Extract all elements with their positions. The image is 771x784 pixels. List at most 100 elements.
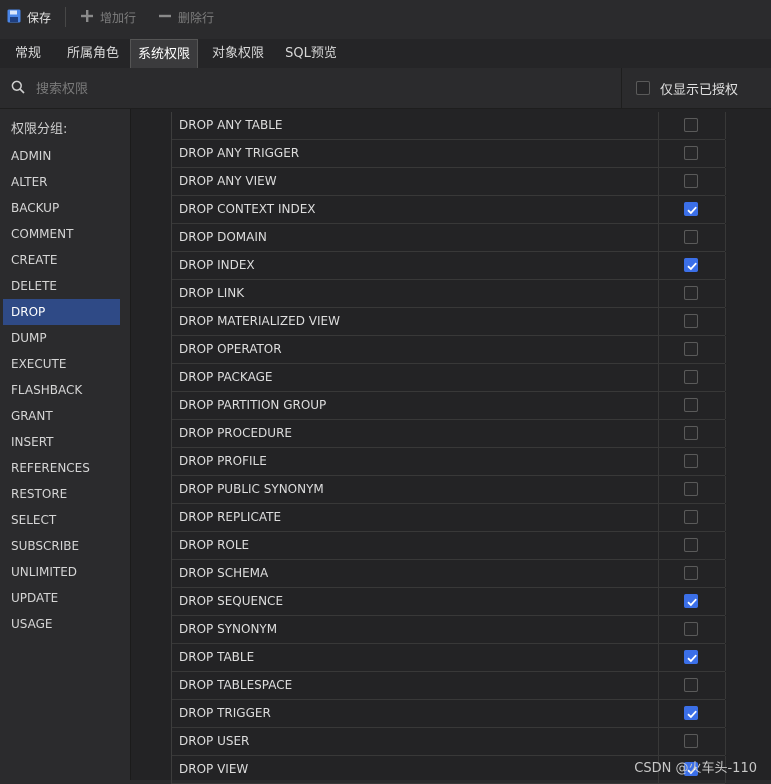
grant-checkbox[interactable] bbox=[684, 258, 698, 272]
table-row: DROP ANY TABLE bbox=[172, 112, 726, 140]
toolbar-divider bbox=[65, 7, 66, 27]
show-granted-only-checkbox[interactable] bbox=[636, 81, 650, 95]
grant-cell bbox=[658, 196, 726, 223]
table-row: DROP USER bbox=[172, 728, 726, 756]
grant-checkbox[interactable] bbox=[684, 286, 698, 300]
tab-general[interactable]: 常规 bbox=[0, 39, 56, 68]
grant-checkbox[interactable] bbox=[684, 650, 698, 664]
grant-checkbox[interactable] bbox=[684, 314, 698, 328]
table-row: DROP SYNONYM bbox=[172, 616, 726, 644]
privilege-name: DROP REPLICATE bbox=[179, 510, 282, 524]
privilege-name: DROP CONTEXT INDEX bbox=[179, 202, 316, 216]
table-row: DROP TABLESPACE bbox=[172, 672, 726, 700]
tab-sql-preview[interactable]: SQL预览 bbox=[276, 39, 346, 68]
grant-cell bbox=[658, 308, 726, 335]
grant-checkbox[interactable] bbox=[684, 678, 698, 692]
privilege-name: DROP ANY VIEW bbox=[179, 174, 277, 188]
grant-checkbox[interactable] bbox=[684, 174, 698, 188]
group-item-drop[interactable]: DROP bbox=[3, 299, 120, 325]
privilege-name: DROP DOMAIN bbox=[179, 230, 267, 244]
search-input[interactable] bbox=[34, 77, 608, 101]
group-item-references[interactable]: REFERENCES bbox=[3, 455, 120, 481]
table-row: DROP PACKAGE bbox=[172, 364, 726, 392]
grant-cell bbox=[658, 672, 726, 699]
grant-checkbox[interactable] bbox=[684, 510, 698, 524]
grant-checkbox[interactable] bbox=[684, 398, 698, 412]
grant-checkbox[interactable] bbox=[684, 118, 698, 132]
save-button[interactable]: 保存 bbox=[7, 0, 51, 34]
group-item-admin[interactable]: ADMIN bbox=[3, 143, 120, 169]
grant-cell bbox=[658, 728, 726, 755]
group-item-comment[interactable]: COMMENT bbox=[3, 221, 120, 247]
privilege-name: DROP TRIGGER bbox=[179, 706, 271, 720]
tab-roles[interactable]: 所属角色 bbox=[56, 39, 130, 68]
privilege-name: DROP ROLE bbox=[179, 538, 250, 552]
group-item-update[interactable]: UPDATE bbox=[3, 585, 120, 611]
watermark: CSDN @火车头-110 bbox=[634, 761, 757, 776]
table-row: DROP ANY VIEW bbox=[172, 168, 726, 196]
group-item-insert[interactable]: INSERT bbox=[3, 429, 120, 455]
table-row: DROP PROFILE bbox=[172, 448, 726, 476]
group-item-backup[interactable]: BACKUP bbox=[3, 195, 120, 221]
grant-checkbox[interactable] bbox=[684, 594, 698, 608]
table-row: DROP SEQUENCE bbox=[172, 588, 726, 616]
table-row: DROP INDEX bbox=[172, 252, 726, 280]
tab-object-privileges[interactable]: 对象权限 bbox=[200, 39, 276, 68]
table-row: DROP OPERATOR bbox=[172, 336, 726, 364]
grant-checkbox[interactable] bbox=[684, 454, 698, 468]
privilege-name: DROP PROFILE bbox=[179, 454, 267, 468]
grant-checkbox[interactable] bbox=[684, 538, 698, 552]
privilege-name: DROP TABLE bbox=[179, 650, 255, 664]
group-item-create[interactable]: CREATE bbox=[3, 247, 120, 273]
save-label: 保存 bbox=[27, 10, 52, 25]
grant-cell bbox=[658, 504, 726, 531]
privilege-name: DROP PUBLIC SYNONYM bbox=[179, 482, 324, 496]
add-row-button[interactable]: 增加行 bbox=[80, 0, 136, 34]
show-granted-only-toggle[interactable]: 仅显示已授权 bbox=[621, 68, 771, 108]
group-item-subscribe[interactable]: SUBSCRIBE bbox=[3, 533, 120, 559]
show-granted-only-label: 仅显示已授权 bbox=[660, 83, 739, 98]
privilege-name: DROP ANY TRIGGER bbox=[179, 146, 300, 160]
delete-row-button[interactable]: 删除行 bbox=[158, 0, 214, 34]
table-row: DROP PUBLIC SYNONYM bbox=[172, 476, 726, 504]
grant-checkbox[interactable] bbox=[684, 202, 698, 216]
group-item-alter[interactable]: ALTER bbox=[3, 169, 120, 195]
group-item-flashback[interactable]: FLASHBACK bbox=[3, 377, 120, 403]
grant-cell bbox=[658, 420, 726, 447]
privilege-name: DROP PROCEDURE bbox=[179, 426, 292, 440]
grant-checkbox[interactable] bbox=[684, 342, 698, 356]
group-title: 权限分组: bbox=[11, 122, 68, 137]
group-item-grant[interactable]: GRANT bbox=[3, 403, 120, 429]
table-row: DROP SCHEMA bbox=[172, 560, 726, 588]
grant-checkbox[interactable] bbox=[684, 482, 698, 496]
search-icon bbox=[11, 80, 25, 98]
privilege-name: DROP PARTITION GROUP bbox=[179, 398, 327, 412]
grant-cell bbox=[658, 364, 726, 391]
group-item-unlimited[interactable]: UNLIMITED bbox=[3, 559, 120, 585]
group-item-restore[interactable]: RESTORE bbox=[3, 481, 120, 507]
tab-system-privileges[interactable]: 系统权限 bbox=[130, 39, 198, 68]
table-row: DROP ANY TRIGGER bbox=[172, 140, 726, 168]
group-item-select[interactable]: SELECT bbox=[3, 507, 120, 533]
grant-checkbox[interactable] bbox=[684, 566, 698, 580]
group-item-delete[interactable]: DELETE bbox=[3, 273, 120, 299]
plus-icon bbox=[80, 9, 94, 26]
grant-checkbox[interactable] bbox=[684, 370, 698, 384]
grant-checkbox[interactable] bbox=[684, 622, 698, 636]
grant-cell bbox=[658, 336, 726, 363]
tab-bar: 常规 所属角色 系统权限 对象权限 SQL预览 bbox=[0, 39, 771, 69]
grant-checkbox[interactable] bbox=[684, 734, 698, 748]
grant-checkbox[interactable] bbox=[684, 426, 698, 440]
group-item-usage[interactable]: USAGE bbox=[3, 611, 120, 637]
table-row: DROP CONTEXT INDEX bbox=[172, 196, 726, 224]
group-item-execute[interactable]: EXECUTE bbox=[3, 351, 120, 377]
privilege-name: DROP OPERATOR bbox=[179, 342, 282, 356]
table-row: DROP REPLICATE bbox=[172, 504, 726, 532]
search-bar: 仅显示已授权 bbox=[0, 68, 771, 109]
grant-cell bbox=[658, 392, 726, 419]
grant-checkbox[interactable] bbox=[684, 230, 698, 244]
grant-checkbox[interactable] bbox=[684, 146, 698, 160]
privilege-name: DROP USER bbox=[179, 734, 250, 748]
grant-checkbox[interactable] bbox=[684, 706, 698, 720]
group-item-dump[interactable]: DUMP bbox=[3, 325, 120, 351]
